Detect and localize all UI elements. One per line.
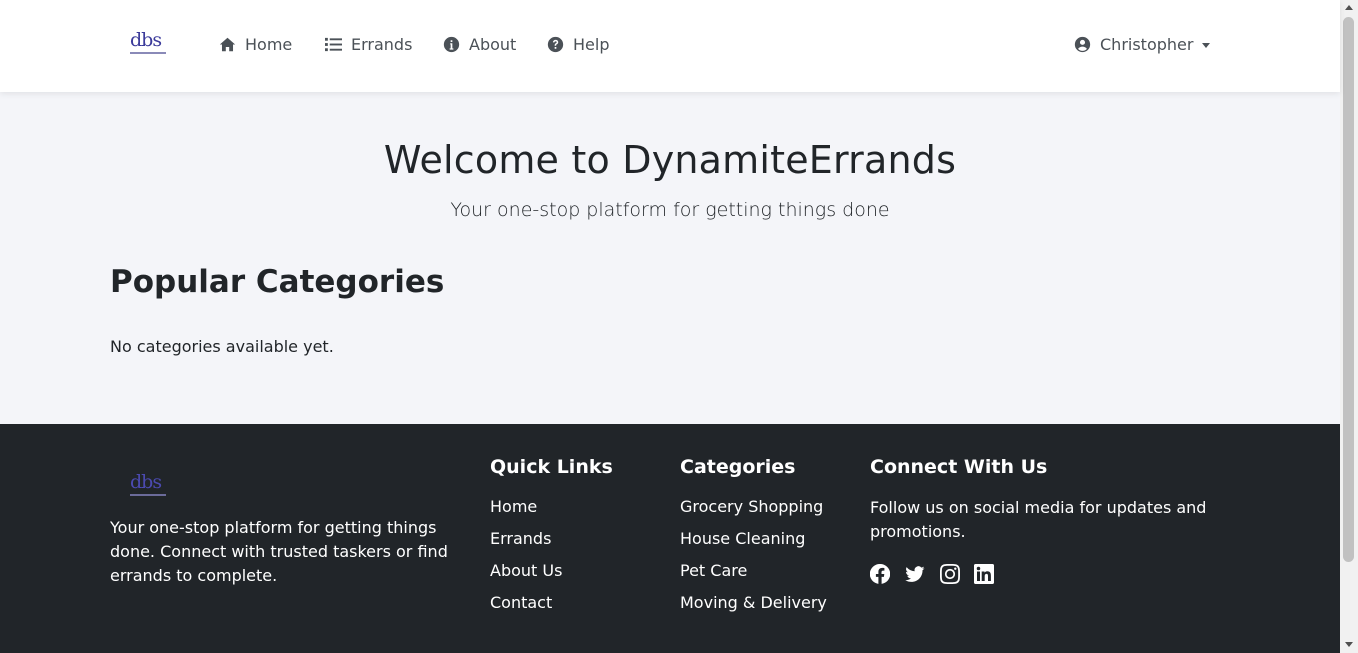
nav-errands-label: Errands: [351, 34, 413, 54]
linkedin-icon[interactable]: [974, 564, 994, 584]
nav-home-label: Home: [245, 34, 293, 54]
quick-links-heading: Quick Links: [490, 456, 613, 478]
nav-about-link[interactable]: About: [443, 32, 516, 56]
brand-logo[interactable]: dbs: [130, 30, 168, 56]
footer-link-errands[interactable]: Errands: [490, 527, 562, 559]
scroll-up-arrow-icon[interactable]: [1345, 5, 1353, 10]
footer-categories-list: Grocery Shopping House Cleaning Pet Care…: [680, 495, 827, 623]
twitter-icon[interactable]: [905, 564, 925, 584]
hero-subtitle: Your one-stop platform for getting thing…: [450, 199, 890, 221]
quick-links-list: Home Errands About Us Contact: [490, 495, 562, 623]
categories-empty-message: No categories available yet.: [110, 337, 334, 356]
question-circle-icon: [547, 36, 564, 52]
site-footer: dbs Your one-stop platform for getting t…: [0, 424, 1340, 653]
scrollbar-thumb[interactable]: [1343, 17, 1354, 562]
footer-link-contact[interactable]: Contact: [490, 591, 562, 623]
footer-description: Your one-stop platform for getting thing…: [110, 518, 448, 585]
nav-home-link[interactable]: Home: [219, 32, 292, 56]
nav-errands-link[interactable]: Errands: [325, 32, 412, 56]
popular-categories-title: Popular Categories: [110, 264, 445, 300]
page-scrollbar[interactable]: [1340, 0, 1358, 653]
user-name: Christopher: [1100, 34, 1194, 54]
footer-category-grocery[interactable]: Grocery Shopping: [680, 495, 827, 527]
footer-logo-tagline: [130, 494, 166, 496]
brand-logo-text: dbs: [130, 29, 162, 51]
home-icon: [219, 37, 236, 51]
user-circle-icon: [1074, 36, 1091, 52]
info-circle-icon: [443, 36, 460, 52]
nav-about-label: About: [469, 34, 517, 54]
footer-link-about-us[interactable]: About Us: [490, 559, 562, 591]
footer-logo-text: dbs: [130, 471, 162, 493]
connect-heading: Connect With Us: [870, 456, 1048, 478]
brand-logo-tagline: [130, 52, 166, 54]
footer-category-pet-care[interactable]: Pet Care: [680, 559, 827, 591]
facebook-icon[interactable]: [869, 563, 891, 584]
list-icon: [325, 37, 342, 51]
categories-heading: Categories: [680, 456, 796, 478]
connect-text: Follow us on social media for updates an…: [870, 498, 1207, 541]
footer-logo: dbs: [130, 472, 168, 498]
nav-help-link[interactable]: Help: [547, 32, 609, 56]
user-menu-dropdown[interactable]: Christopher: [1074, 32, 1211, 56]
nav-help-label: Help: [573, 34, 610, 54]
footer-category-moving[interactable]: Moving & Delivery: [680, 591, 827, 623]
chevron-down-icon: [1202, 42, 1211, 48]
instagram-icon[interactable]: [940, 564, 960, 584]
top-navbar: dbs Home Errands About Help Christopher: [0, 0, 1340, 92]
scroll-down-arrow-icon[interactable]: [1345, 642, 1353, 647]
footer-link-home[interactable]: Home: [490, 495, 562, 527]
hero-title: Welcome to DynamiteErrands: [383, 138, 957, 182]
footer-category-cleaning[interactable]: House Cleaning: [680, 527, 827, 559]
